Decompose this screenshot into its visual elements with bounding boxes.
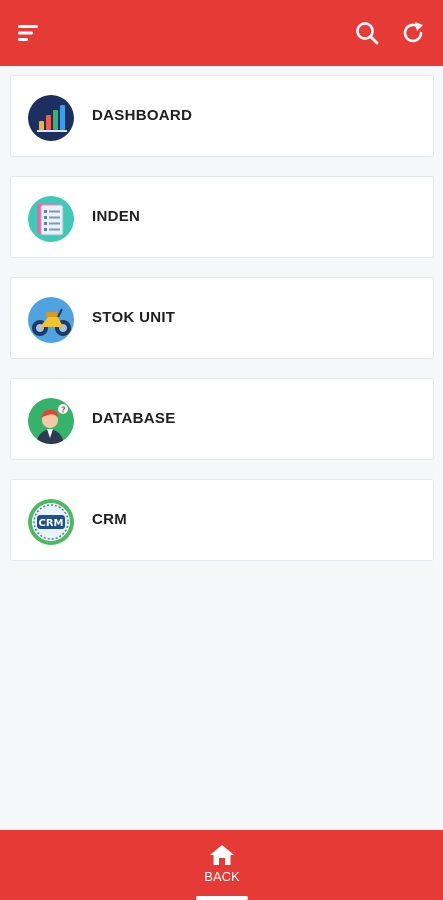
menu-item-database[interactable]: ? DATABASE (10, 378, 434, 460)
document-list-icon (28, 196, 74, 242)
menu-icon[interactable] (16, 20, 42, 46)
home-icon (210, 845, 234, 865)
menu-item-label: DASHBOARD (92, 107, 193, 124)
menu-item-stok-unit[interactable]: STOK UNIT (10, 277, 434, 359)
bottom-nav: BACK (0, 830, 443, 900)
menu-list: DASHBOARD INDEN STOK UNIT ? DATABASE CRM… (10, 75, 434, 580)
menu-item-dashboard[interactable]: DASHBOARD (10, 75, 434, 157)
menu-item-label: DATABASE (92, 410, 176, 427)
search-icon[interactable] (354, 20, 380, 46)
crm-badge-icon: CRM (28, 499, 74, 545)
dashboard-chart-icon (28, 95, 74, 141)
menu-item-label: STOK UNIT (92, 309, 176, 326)
menu-item-label: INDEN (92, 208, 141, 225)
back-button[interactable]: BACK (182, 844, 262, 890)
refresh-icon[interactable] (400, 20, 426, 46)
crm-badge-text: CRM (39, 518, 64, 529)
menu-item-inden[interactable]: INDEN (10, 176, 434, 258)
motorcycle-icon (28, 297, 74, 343)
app-bar (0, 0, 443, 66)
person-question-icon: ? (28, 398, 74, 444)
back-label: BACK (204, 869, 240, 884)
active-indicator (196, 896, 248, 900)
menu-item-label: CRM (92, 511, 128, 528)
svg-text:?: ? (61, 406, 66, 415)
menu-item-crm[interactable]: CRM CRM (10, 479, 434, 561)
